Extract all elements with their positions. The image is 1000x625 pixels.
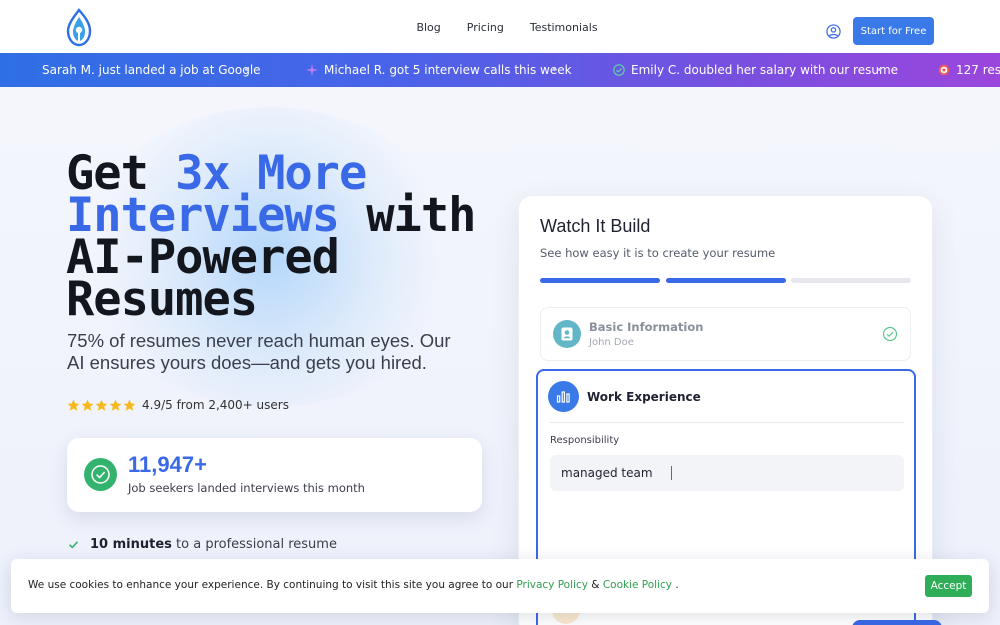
stat-number: 11,947+: [128, 452, 207, 477]
basic-info-title: Basic Information: [589, 320, 704, 334]
star-icon: [67, 399, 80, 411]
success-ticker: Sarah M. just landed a job at Google Mic…: [0, 53, 1000, 87]
feature-text: to a professional resume: [171, 537, 337, 552]
work-experience-title: Work Experience: [587, 390, 701, 404]
star-icon: [81, 399, 94, 411]
user-account-icon[interactable]: [826, 24, 841, 39]
ticker-text: 127 resum: [956, 63, 1000, 77]
cookie-text-after: .: [672, 579, 679, 591]
privacy-policy-link[interactable]: Privacy Policy: [516, 579, 588, 591]
ticker-item: Sarah M. just landed a job at Google: [42, 53, 261, 87]
ticker-item: 127 resum: [938, 53, 1000, 87]
start-free-button[interactable]: Start for Free: [853, 17, 934, 45]
ticker-item: Michael R. got 5 interview calls this we…: [306, 53, 572, 87]
star-icon: [123, 399, 136, 411]
rating-row: 4.9/5 from 2,400+ users: [67, 398, 289, 412]
rating-text: 4.9/5 from 2,400+ users: [142, 398, 289, 412]
feature-bold: 10 minutes: [90, 537, 172, 552]
site-header: Blog Pricing Testimonials Start for Free: [0, 0, 1000, 54]
progress-step-done: [540, 278, 660, 283]
floating-button[interactable]: [852, 620, 942, 625]
nav-blog[interactable]: Blog: [416, 21, 440, 34]
main-nav: Blog Pricing Testimonials: [0, 0, 1000, 54]
responsibility-value: managed team: [561, 466, 653, 480]
target-icon: [938, 64, 950, 76]
stat-label: Job seekers landed interviews this month: [128, 481, 365, 495]
check-circle-icon: [91, 465, 110, 484]
ticker-text: Emily C. doubled her salary with our res…: [631, 63, 899, 77]
cookie-amp: &: [587, 579, 603, 591]
basic-info-name: John Doe: [589, 337, 634, 348]
accept-cookies-button[interactable]: Accept: [925, 575, 972, 597]
builder-title: Watch It Build: [540, 216, 651, 236]
user-badge-icon: [553, 320, 581, 348]
progress-step-done: [666, 278, 786, 283]
nav-testimonials[interactable]: Testimonials: [530, 21, 598, 34]
ticker-text: Sarah M. just landed a job at Google: [42, 63, 261, 77]
progress-step-pending: [791, 278, 911, 283]
cookie-banner: We use cookies to enhance your experienc…: [11, 559, 989, 613]
bar-chart-icon: [548, 381, 579, 412]
feature-item: 10 minutes to a professional resume: [67, 537, 337, 552]
cookie-policy-link[interactable]: Cookie Policy: [603, 579, 672, 591]
star-icon: [95, 399, 108, 411]
hero-subheading: 75% of resumes never reach human eyes. O…: [67, 330, 451, 373]
nav-pricing[interactable]: Pricing: [467, 21, 504, 34]
ticker-text: Michael R. got 5 interview calls this we…: [324, 63, 572, 77]
check-circle-icon: [882, 326, 898, 342]
cookie-message: We use cookies to enhance your experienc…: [28, 579, 679, 591]
check-icon: [68, 541, 79, 549]
ticker-separator: [878, 68, 881, 71]
rating-stars: [67, 399, 136, 412]
star-icon: [109, 399, 122, 411]
sparkle-icon: [306, 64, 318, 76]
text-caret: [670, 466, 672, 480]
responsibility-label: Responsibility: [550, 435, 620, 446]
hero-headline: Get 3x More Interviews with AI-Powered R…: [66, 150, 486, 323]
stat-check-badge: [84, 458, 117, 491]
ticker-separator: [553, 68, 556, 71]
builder-subtitle: See how easy it is to create your resume: [540, 246, 776, 260]
ticker-item: Emily C. doubled her salary with our res…: [613, 53, 898, 87]
interviews-stat-card: 11,947+ Job seekers landed interviews th…: [67, 438, 482, 512]
basic-information-section[interactable]: Basic Information John Doe: [540, 307, 911, 361]
cookie-text-before: We use cookies to enhance your experienc…: [28, 579, 517, 591]
ticker-separator: [245, 68, 248, 71]
check-circle-icon: [613, 64, 625, 76]
divider: [550, 422, 904, 423]
responsibility-input[interactable]: managed team: [550, 455, 904, 491]
